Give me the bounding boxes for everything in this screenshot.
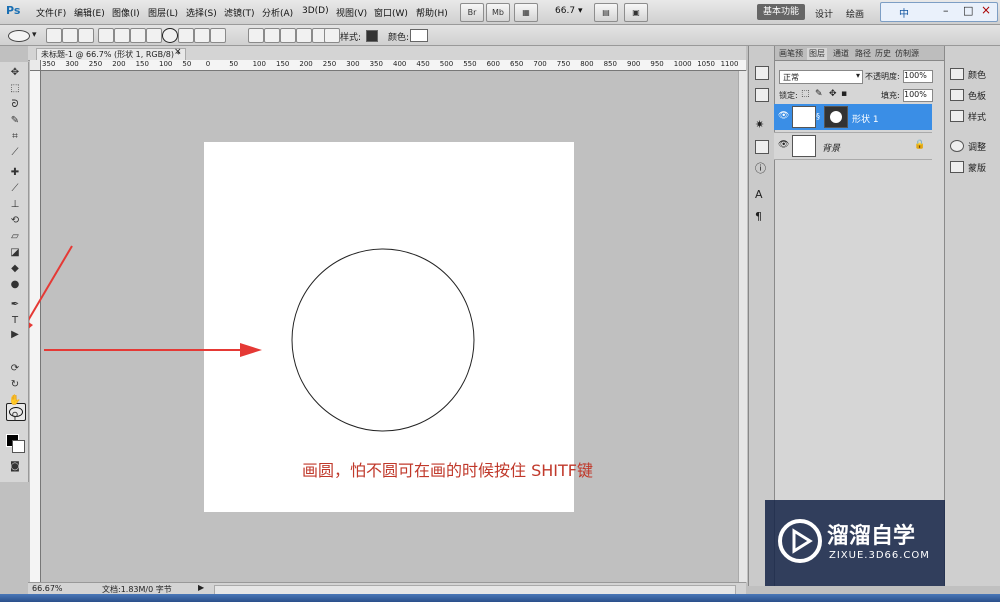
layer-thumbnail: [792, 135, 816, 157]
path-select-tool-icon[interactable]: ▶: [8, 328, 22, 342]
panel-adjustments[interactable]: 调整: [968, 140, 986, 153]
info-icon[interactable]: ⓘ: [755, 160, 767, 175]
annotation-arrow-tool: [25, 245, 73, 325]
tab-channels[interactable]: 通道: [831, 48, 851, 60]
pen-tool-icon[interactable]: ✒: [8, 298, 22, 312]
clone-source-icon[interactable]: [755, 88, 769, 102]
history-brush-tool-icon[interactable]: ⟲: [8, 214, 22, 228]
quick-select-tool-icon[interactable]: ✎: [8, 114, 22, 128]
adjustments-panel-icon[interactable]: [950, 140, 964, 152]
watermark-logo: 溜溜自学 ZIXUE.3D66.COM: [765, 500, 945, 586]
brush-panel-icon[interactable]: [755, 66, 769, 80]
os-taskbar: [0, 594, 1000, 602]
tab-clone-source[interactable]: 仿制源: [893, 48, 921, 60]
eyedropper-tool-icon[interactable]: ⟋: [8, 146, 22, 160]
tools-panel: ✥ ⬚ ᘐ ✎ ⌗ ⟋ ✚ ⟋ ⊥ ⟲ ▱ ◪ ◆ ● ✒ T ▶ ⟳ ↻ ✋ …: [0, 62, 29, 482]
watermark-title: 溜溜自学: [827, 524, 916, 549]
color-panel-icon[interactable]: [950, 68, 964, 80]
annotation-arrow-right-head: [240, 343, 262, 357]
background-color-swatch[interactable]: [12, 440, 25, 453]
lock-position-icon[interactable]: ✥: [829, 89, 837, 99]
link-icon: §: [816, 112, 820, 121]
tab-history[interactable]: 历史: [873, 48, 893, 60]
gradient-tool-icon[interactable]: ◪: [8, 246, 22, 260]
watermark-subtitle: ZIXUE.3D66.COM: [829, 550, 930, 561]
status-menu-icon[interactable]: ▶: [198, 583, 204, 592]
marquee-tool-icon[interactable]: ⬚: [8, 82, 22, 96]
eye-icon[interactable]: 👁: [778, 111, 789, 121]
play-logo-icon: [778, 519, 822, 563]
paragraph-icon[interactable]: ¶: [755, 210, 767, 223]
tab-brush-presets[interactable]: 画笔预: [777, 48, 805, 60]
panel-swatches[interactable]: 色板: [968, 89, 986, 102]
styles-panel-icon[interactable]: [950, 110, 964, 122]
3d-panel-icon[interactable]: ✷: [755, 118, 767, 131]
drawn-circle: [291, 248, 475, 432]
opacity-field[interactable]: 100%: [903, 70, 933, 83]
tab-paths[interactable]: 路径: [853, 48, 873, 60]
character-icon[interactable]: A: [755, 188, 767, 201]
lock-icon: 🔒: [914, 140, 926, 150]
vertical-scrollbar[interactable]: [738, 71, 747, 582]
panel-masks[interactable]: 蒙版: [968, 161, 986, 174]
3d-orbit-tool-icon[interactable]: ↻: [8, 378, 22, 392]
tab-layers[interactable]: 图层: [807, 48, 827, 60]
lasso-tool-icon[interactable]: ᘐ: [8, 98, 22, 112]
zoom-level[interactable]: 66.67%: [32, 584, 63, 593]
fill-field[interactable]: 100%: [903, 89, 933, 102]
quick-mask-icon[interactable]: ◙: [8, 460, 22, 474]
crop-tool-icon[interactable]: ⌗: [8, 130, 22, 144]
fill-label: 填充:: [881, 91, 900, 100]
lock-all-icon[interactable]: ▪: [841, 89, 847, 99]
type-tool-icon[interactable]: T: [8, 314, 22, 328]
blend-mode-select[interactable]: 正常 ▾: [779, 70, 863, 84]
lock-transparent-icon[interactable]: ⬚: [801, 89, 810, 99]
panel-styles[interactable]: 样式: [968, 110, 986, 123]
spot-healing-tool-icon[interactable]: ✚: [8, 166, 22, 180]
3d-rotate-tool-icon[interactable]: ⟳: [8, 362, 22, 376]
layer-name[interactable]: 背景: [822, 141, 840, 154]
move-tool-icon[interactable]: ✥: [8, 66, 22, 80]
lock-image-icon[interactable]: ✎: [815, 89, 823, 99]
zoom-tool-icon[interactable]: ⚲: [8, 410, 22, 424]
brush-tool-icon[interactable]: ⟋: [8, 182, 22, 196]
panel-color[interactable]: 颜色: [968, 68, 986, 81]
lock-label: 锁定:: [779, 91, 798, 100]
eye-icon[interactable]: 👁: [778, 140, 789, 150]
blend-mode-value: 正常: [783, 73, 799, 82]
clone-stamp-tool-icon[interactable]: ⊥: [8, 198, 22, 212]
hand-tool-icon[interactable]: ✋: [8, 394, 22, 408]
chevron-down-icon: ▾: [855, 71, 860, 80]
masks-panel-icon[interactable]: [950, 161, 964, 173]
layer-row-background[interactable]: 👁 背景 🔒: [774, 132, 932, 160]
layer-thumbnail: [792, 106, 816, 128]
swatches-panel-icon[interactable]: [950, 89, 964, 101]
histogram-icon[interactable]: [755, 140, 769, 154]
vector-mask-thumbnail[interactable]: [824, 106, 848, 128]
opacity-label: 不透明度:: [865, 72, 900, 81]
blur-tool-icon[interactable]: ◆: [8, 262, 22, 276]
eraser-tool-icon[interactable]: ▱: [8, 230, 22, 244]
layer-row-shape[interactable]: 👁 § 形状 1: [774, 104, 932, 130]
annotation-text: 画圆，怕不圆可在画的时候按住 SHITF键: [302, 461, 593, 480]
panel-tab-bar: 画笔预 图层 通道 路径 历史 仿制源: [775, 46, 945, 61]
collapsed-panels-strip: [944, 46, 1000, 586]
layer-name[interactable]: 形状 1: [852, 112, 879, 125]
dodge-tool-icon[interactable]: ●: [8, 278, 22, 292]
